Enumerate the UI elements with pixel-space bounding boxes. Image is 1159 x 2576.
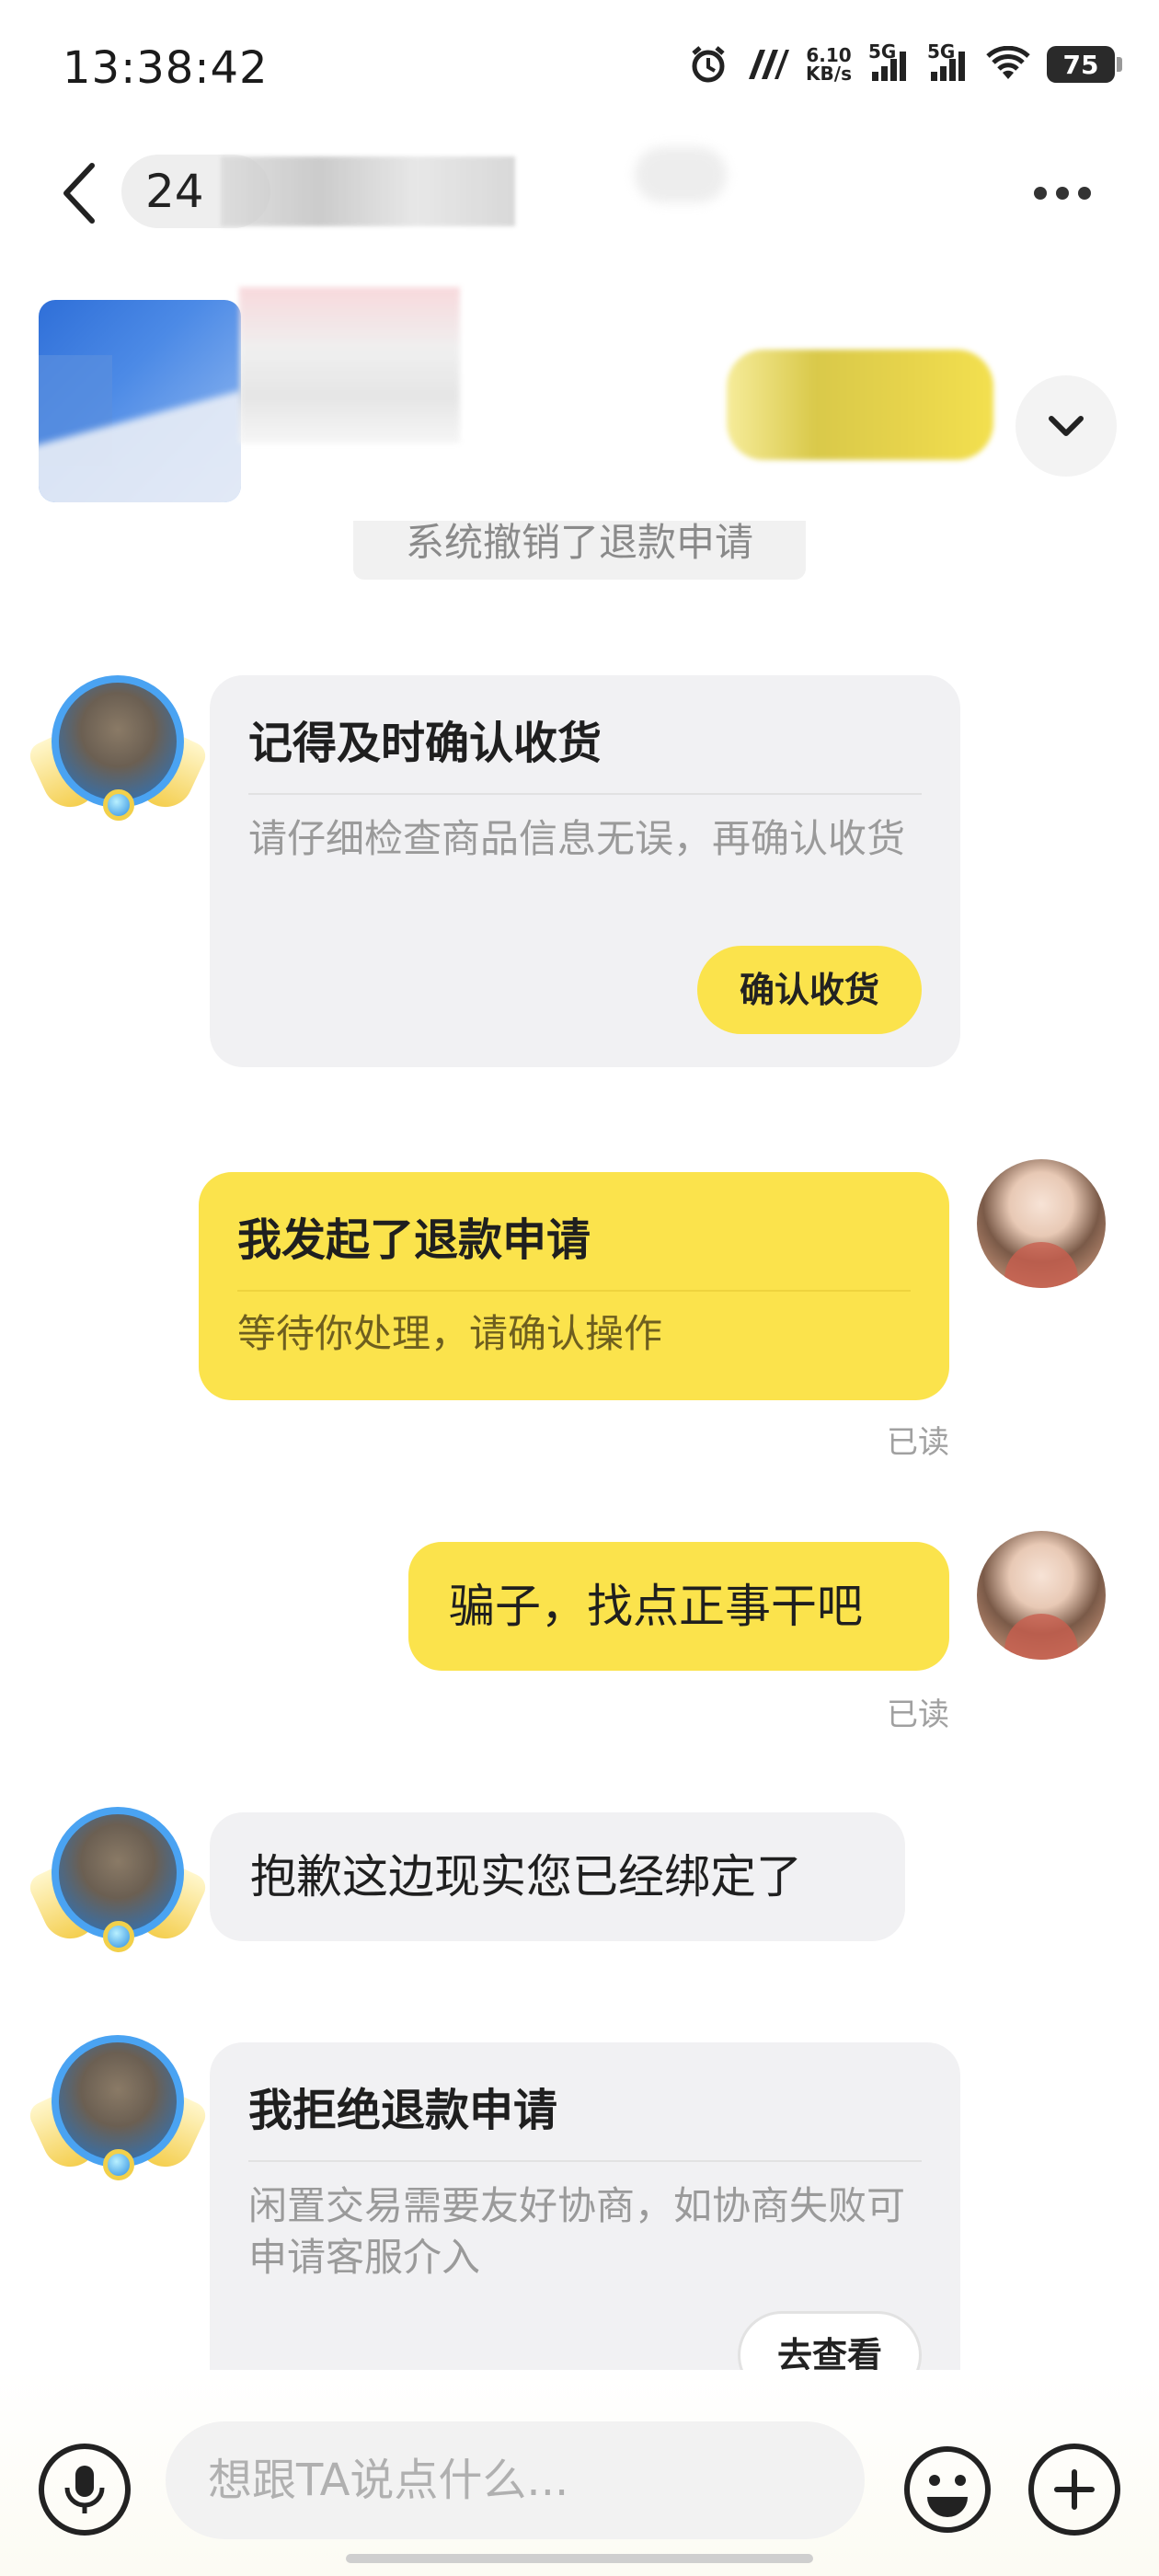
status-bar: 13:38:42 6.10 KB/s 5G 5G 75 [0, 0, 1159, 138]
more-dots-icon [1034, 187, 1047, 200]
more-button[interactable] [1021, 166, 1104, 221]
avatar-photo [52, 1807, 184, 1939]
avatar-gem [103, 2149, 134, 2180]
net-speed: 6.10 KB/s [806, 46, 852, 83]
wifi-icon [986, 46, 1030, 83]
signal-label: 5G [868, 40, 897, 63]
product-action-redacted[interactable] [727, 350, 993, 460]
avatar-gem [103, 789, 134, 821]
chevron-down-icon [1049, 416, 1084, 436]
seller-avatar[interactable] [25, 2030, 211, 2188]
contact-name-prefix: 24 [145, 165, 204, 218]
read-status: 已读 [887, 1696, 949, 1733]
card-title: 记得及时确认收货 [248, 718, 602, 769]
card-divider [248, 2160, 922, 2162]
seller-avatar[interactable] [25, 1801, 211, 1960]
voice-button[interactable] [39, 2444, 131, 2536]
read-status: 已读 [887, 1424, 949, 1461]
system-notice: 系统撤销了退款申请 [353, 521, 806, 580]
product-title-redacted [239, 287, 460, 443]
seller-message-bubble[interactable]: 抱歉这边现实您已经绑定了 [210, 1812, 905, 1941]
avatar-photo [52, 675, 184, 808]
more-dot [1078, 187, 1091, 200]
input-bar: 想跟TA说点什么... [0, 2370, 1159, 2576]
avatar-photo [52, 2035, 184, 2168]
contact-name-redacted [221, 156, 515, 226]
refund-request-card[interactable]: 我发起了退款申请 等待你处理，请确认操作 [199, 1172, 949, 1400]
battery-indicator: 75 [1047, 46, 1122, 83]
card-description: 等待你处理，请确认操作 [237, 1311, 663, 1356]
my-avatar[interactable] [977, 1531, 1106, 1660]
net-speed-value: 6.10 [806, 44, 852, 66]
message-input[interactable]: 想跟TA说点什么... [166, 2421, 865, 2539]
confirm-receipt-button[interactable]: 确认收货 [697, 946, 922, 1034]
emoji-button[interactable] [901, 2444, 993, 2536]
signal-5g-icon: 5G [868, 40, 911, 83]
microphone-icon [64, 2466, 105, 2513]
signal-label-2: 5G [927, 40, 956, 63]
smiley-icon [904, 2446, 991, 2533]
card-description: 闲置交易需要友好协商，如协商失败可申请客服介入 [248, 2183, 906, 2280]
seller-avatar[interactable] [25, 670, 211, 828]
back-button[interactable] [52, 156, 107, 230]
plus-icon [1054, 2469, 1095, 2510]
signal-5g-icon-2: 5G [927, 40, 970, 83]
my-message-bubble[interactable]: 骗子，找点正事干吧 [408, 1542, 949, 1671]
network-brand-icon [745, 46, 790, 83]
chat-header: 24 [0, 138, 1159, 248]
expand-button[interactable] [1016, 375, 1117, 477]
product-thumbnail[interactable] [39, 300, 241, 502]
my-avatar[interactable] [977, 1159, 1106, 1288]
card-description: 请仔细检查商品信息无误，再确认收货 [248, 816, 906, 861]
view-details-button[interactable]: 去查看 [738, 2311, 922, 2370]
header-redacted [635, 147, 727, 202]
card-title: 我拒绝退款申请 [248, 2085, 558, 2136]
card-title: 我发起了退款申请 [237, 1214, 591, 1266]
refund-rejected-card[interactable]: 我拒绝退款申请 闲置交易需要友好协商，如协商失败可申请客服介入 去查看 [210, 2042, 960, 2370]
status-icons: 6.10 KB/s 5G 5G 75 [688, 40, 1122, 85]
alarm-icon [688, 44, 729, 85]
card-divider [237, 1290, 911, 1292]
product-bar[interactable] [0, 276, 1159, 523]
chevron-left-icon [63, 163, 95, 224]
home-indicator[interactable] [346, 2554, 813, 2563]
avatar-gem [103, 1921, 134, 1952]
more-dot [1056, 187, 1069, 200]
chat-messages[interactable]: 系统撤销了退款申请 记得及时确认收货 请仔细检查商品信息无误，再确认收货 确认收… [0, 521, 1159, 2370]
net-speed-unit: KB/s [806, 63, 852, 85]
status-time: 13:38:42 [63, 42, 269, 94]
confirm-receipt-card[interactable]: 记得及时确认收货 请仔细检查商品信息无误，再确认收货 确认收货 [210, 675, 960, 1067]
card-divider [248, 793, 922, 795]
add-button[interactable] [1028, 2444, 1120, 2536]
